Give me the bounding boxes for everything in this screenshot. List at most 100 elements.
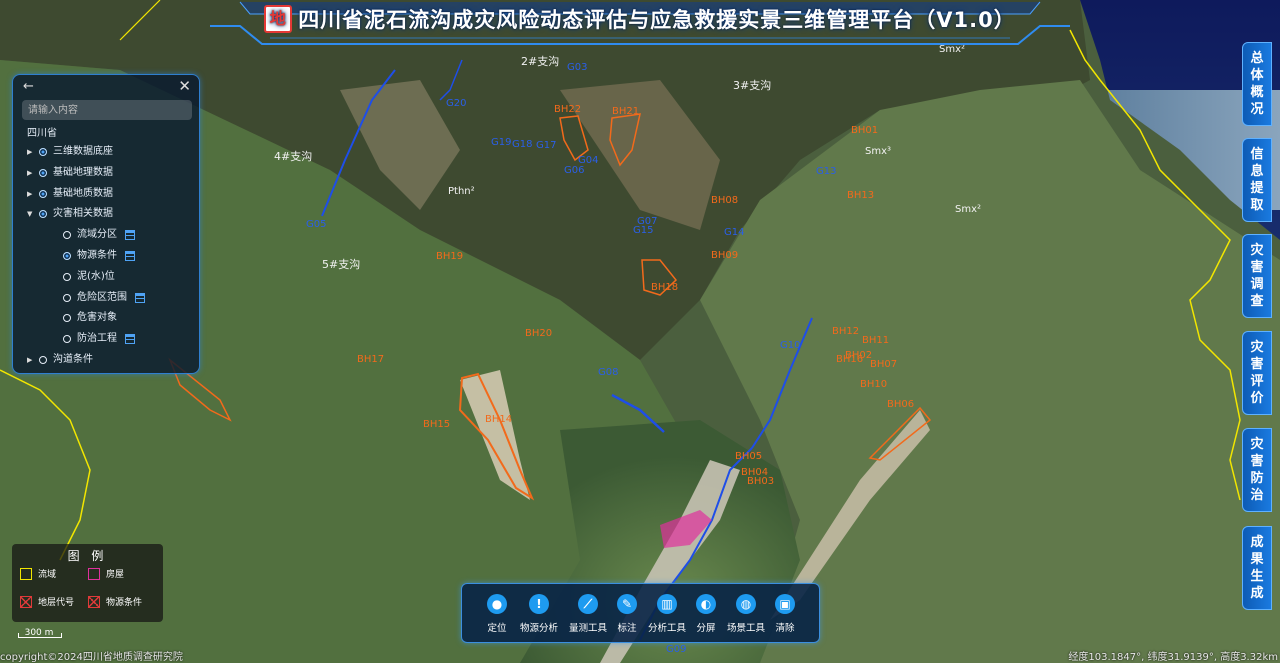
map-label-source[interactable]: BH05 [735, 451, 762, 462]
map-label-source[interactable]: BH17 [357, 354, 384, 365]
map-label-gully[interactable]: G18 [512, 139, 532, 150]
map-label-source[interactable]: BH11 [862, 335, 889, 346]
layer-toggle-radio[interactable] [63, 251, 71, 260]
side-tab-label: 信息提取 [1250, 147, 1264, 213]
side-tab-survey[interactable]: 灾害调查 [1242, 234, 1272, 318]
layer-tree-item[interactable]: 防治工程 [13, 329, 199, 350]
layer-toggle-radio[interactable] [39, 355, 47, 364]
map-label-source[interactable]: BH15 [423, 419, 450, 430]
legend-title: 图 例 [67, 549, 108, 563]
layer-toggle-radio[interactable] [63, 272, 71, 281]
map-label-source[interactable]: BH09 [711, 250, 738, 261]
attribute-table-icon[interactable] [135, 292, 145, 303]
layer-search-input[interactable] [22, 100, 192, 120]
map-label-gully[interactable]: G08 [598, 367, 618, 378]
map-label-source[interactable]: BH22 [554, 104, 581, 115]
toolbar-locate-button[interactable]: ● 定位 [484, 594, 510, 638]
layer-toggle-radio[interactable] [63, 293, 71, 302]
map-label-gully[interactable]: G06 [564, 165, 584, 176]
map-label-gully[interactable]: G15 [633, 225, 653, 236]
map-label-gully[interactable]: G05 [306, 219, 326, 230]
side-tab-evaluation[interactable]: 灾害评价 [1242, 331, 1272, 415]
toolbar-button-label: 分屏 [696, 623, 716, 634]
map-label-gully[interactable]: G17 [536, 140, 556, 151]
map-label-source[interactable]: BH12 [832, 326, 859, 337]
map-label-source[interactable]: BH20 [525, 328, 552, 339]
map-label-branch[interactable]: 2#支沟 [521, 55, 559, 68]
layer-toggle-radio[interactable] [39, 168, 47, 177]
split-screen-icon: ◐ [696, 594, 716, 614]
layer-tree-item[interactable]: ▶ 基础地理数据 [13, 163, 199, 184]
side-tab-prevention[interactable]: 灾害防治 [1242, 428, 1272, 512]
layer-toggle-radio[interactable] [63, 231, 71, 240]
layer-tree-item[interactable]: 流域分区 [13, 225, 199, 246]
caret-down-icon[interactable]: ▼ [27, 204, 32, 225]
side-tab-info-extract[interactable]: 信息提取 [1242, 138, 1272, 222]
map-label-gully[interactable]: G19 [491, 137, 511, 148]
layer-tree-item[interactable]: ▶ 沟道条件 [13, 350, 199, 371]
map-label-source[interactable]: BH21 [612, 106, 639, 117]
toolbar-button-label: 定位 [487, 623, 507, 634]
map-label-stratum[interactable]: Smx³ [865, 146, 891, 157]
layer-toggle-radio[interactable] [63, 314, 71, 323]
map-label-source[interactable]: BH01 [851, 125, 878, 136]
map-label-source[interactable]: BH08 [711, 195, 738, 206]
layer-toggle-radio[interactable] [39, 148, 47, 156]
attribute-table-icon[interactable] [125, 230, 135, 241]
map-label-branch[interactable]: 4#支沟 [274, 150, 312, 163]
layer-tree-item[interactable]: ▶ 三维数据底座 [13, 142, 199, 163]
toolbar-scene-button[interactable]: ◍ 场景工具 [724, 594, 768, 638]
chart-bars-icon: ▥ [657, 594, 677, 614]
map-label-source[interactable]: BH06 [887, 399, 914, 410]
map-label-stratum[interactable]: Pthn² [448, 186, 475, 197]
caret-right-icon[interactable]: ▶ [27, 142, 32, 163]
map-label-source[interactable]: BH18 [651, 282, 678, 293]
map-label-source[interactable]: BH07 [870, 359, 897, 370]
toolbar-clear-button[interactable]: ▣ 清除 [772, 594, 798, 638]
map-label-gully[interactable]: G09 [666, 644, 686, 655]
side-tab-overview[interactable]: 总体概况 [1242, 42, 1272, 126]
map-label-branch[interactable]: 5#支沟 [322, 258, 360, 271]
map-label-source[interactable]: BH13 [847, 190, 874, 201]
toolbar-measure-button[interactable]: ⟋ 量测工具 [566, 594, 610, 638]
layer-tree-item[interactable]: ▶ 基础地质数据 [13, 184, 199, 205]
map-label-gully[interactable]: G14 [724, 227, 744, 238]
map-label-gully[interactable]: G13 [816, 166, 836, 177]
toolbar-analysis-button[interactable]: ▥ 分析工具 [645, 594, 689, 638]
map-label-gully[interactable]: G03 [567, 62, 587, 73]
caret-right-icon[interactable]: ▶ [27, 350, 32, 371]
map-label-source[interactable]: BH14 [485, 414, 512, 425]
close-icon[interactable]: ✕ [178, 77, 191, 95]
legend-item-label: 流域 [38, 570, 57, 580]
caret-right-icon[interactable]: ▶ [27, 163, 32, 184]
map-label-source[interactable]: BH02 [845, 350, 872, 361]
attribute-table-icon[interactable] [125, 250, 135, 261]
map-legend: 图 例 流域 房屋 地层代号 物源条件 [12, 544, 163, 622]
map-label-source[interactable]: BH19 [436, 251, 463, 262]
toolbar-annotate-button[interactable]: ✎ 标注 [614, 594, 640, 638]
map-label-stratum[interactable]: Smx² [955, 204, 981, 215]
layer-tree-item[interactable]: 危害对象 [13, 308, 199, 329]
side-tab-label: 灾害评价 [1250, 340, 1264, 406]
layer-toggle-radio[interactable] [39, 189, 47, 198]
map-label-source[interactable]: BH03 [747, 476, 774, 487]
map-label-branch[interactable]: 3#支沟 [733, 79, 771, 92]
layer-tree-item[interactable]: 物源条件 [13, 246, 199, 267]
side-tab-results[interactable]: 成果生成 [1242, 526, 1272, 610]
layer-toggle-radio[interactable] [63, 335, 71, 344]
toolbar-split-screen-button[interactable]: ◐ 分屏 [693, 594, 719, 638]
layer-tree-item[interactable]: 危险区范围 [13, 288, 199, 309]
layer-tree-item[interactable]: 泥(水)位 [13, 267, 199, 288]
toolbar-source-analysis-button[interactable]: ! 物源分析 [517, 594, 561, 638]
layer-tree-item-label: 基础地质数据 [53, 187, 113, 199]
side-tab-label: 成果生成 [1250, 535, 1264, 601]
arrow-left-icon[interactable]: ← [23, 79, 34, 94]
map-label-gully[interactable]: G10 [780, 340, 800, 351]
map-label-gully[interactable]: G20 [446, 98, 466, 109]
caret-right-icon[interactable]: ▶ [27, 184, 32, 205]
map-label-source[interactable]: BH10 [860, 379, 887, 390]
layer-tree-item[interactable]: ▼ 灾害相关数据 [13, 204, 199, 225]
layer-toggle-radio[interactable] [39, 210, 47, 219]
attribute-table-icon[interactable] [125, 334, 135, 345]
legend-swatch [20, 596, 32, 608]
